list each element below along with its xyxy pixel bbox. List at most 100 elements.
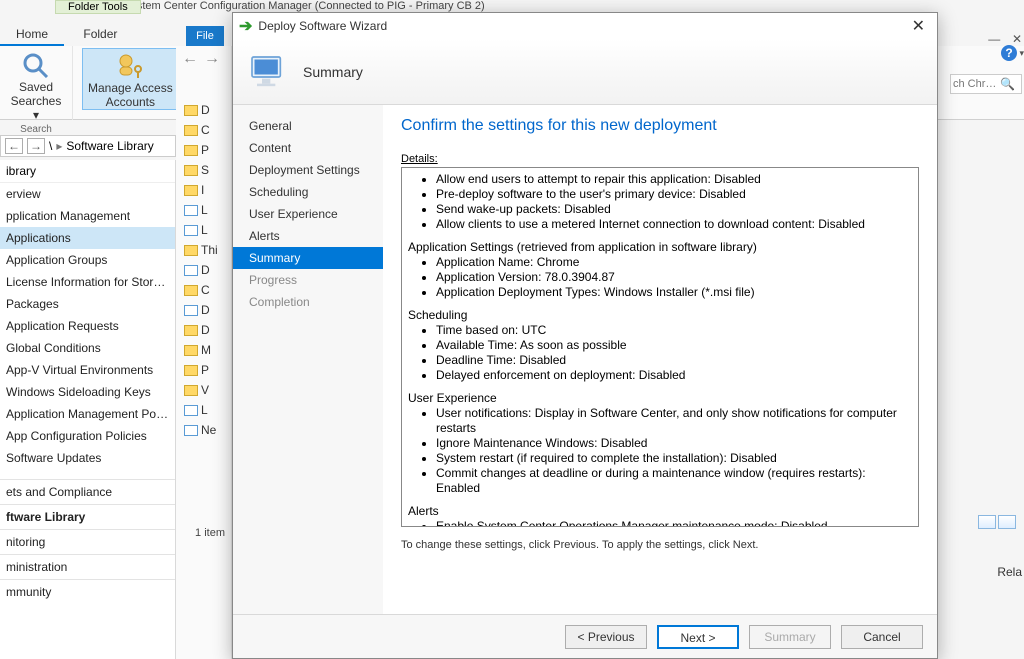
nav-user-experience[interactable]: User Experience <box>233 203 383 225</box>
item-count: 1 item <box>195 527 225 539</box>
help-icon[interactable]: ? <box>1000 44 1018 62</box>
folder-icon <box>184 345 198 356</box>
view-list-icon[interactable] <box>978 515 996 529</box>
detail-line: Ignore Maintenance Windows: Disabled <box>436 436 912 451</box>
detail-line: Enable System Center Operations Manager … <box>436 519 912 527</box>
folder-tools-tab[interactable]: Folder Tools <box>55 0 141 14</box>
folder-icon <box>184 125 198 136</box>
detail-line: Allow end users to attempt to repair thi… <box>436 172 912 187</box>
tree-node[interactable]: P <box>176 140 231 160</box>
nav-software-updates[interactable]: Software Updates <box>0 447 175 469</box>
back-arrow-icon[interactable]: ← <box>182 50 198 68</box>
tree-node[interactable]: L <box>176 220 231 240</box>
computer-icon <box>247 52 287 92</box>
tab-folder[interactable]: Folder <box>67 24 133 46</box>
nav-deployment-settings[interactable]: Deployment Settings <box>233 159 383 181</box>
breadcrumb[interactable]: ← → \ ▸ Software Library <box>0 135 176 157</box>
workspace-assets[interactable]: ets and Compliance <box>0 479 175 504</box>
tree-node[interactable]: L <box>176 200 231 220</box>
tree-node[interactable]: D <box>176 320 231 340</box>
breadcrumb-root: \ <box>49 139 52 153</box>
alerts-header: Alerts <box>408 504 912 519</box>
nav-app-mgmt-policies[interactable]: Application Management Policies <box>0 403 175 425</box>
detail-line: Application Name: Chrome <box>436 255 912 270</box>
wizard-header: Summary <box>233 39 937 105</box>
nav-application-groups[interactable]: Application Groups <box>0 249 175 271</box>
workspace-community[interactable]: mmunity <box>0 579 175 604</box>
folder-icon <box>184 105 198 116</box>
saved-searches-button[interactable]: Saved Searches ▾ <box>6 48 66 122</box>
tree-node[interactable]: S <box>176 160 231 180</box>
search-icon[interactable]: 🔍 <box>997 77 1018 91</box>
nav-overview[interactable]: erview <box>0 183 175 205</box>
detail-line: Send wake-up packets: Disabled <box>436 202 912 217</box>
tab-home[interactable]: Home <box>0 24 64 46</box>
ux-header: User Experience <box>408 391 912 406</box>
tree-node[interactable]: P <box>176 360 231 380</box>
nav-packages[interactable]: Packages <box>0 293 175 315</box>
nav-applications[interactable]: Applications <box>0 227 175 249</box>
tree-node[interactable]: Ne <box>176 420 231 440</box>
workspace-administration[interactable]: ministration <box>0 554 175 579</box>
saved-searches-icon <box>20 50 52 78</box>
tree-node[interactable]: D <box>176 300 231 320</box>
help-chevron-icon[interactable]: ▾ <box>1019 48 1024 59</box>
tree-node[interactable]: M <box>176 340 231 360</box>
wizard-nav: General Content Deployment Settings Sche… <box>233 105 383 614</box>
tree-node[interactable]: D <box>176 100 231 120</box>
deploy-software-wizard: ➔ Deploy Software Wizard ✕ Summary Gener… <box>232 12 938 659</box>
nav-app-requests[interactable]: Application Requests <box>0 315 175 337</box>
minimize-icon[interactable]: — <box>988 32 1000 46</box>
scheduling-header: Scheduling <box>408 308 912 323</box>
workspace-software-library[interactable]: ftware Library <box>0 504 175 529</box>
tree-node[interactable]: C <box>176 280 231 300</box>
wizard-title: Deploy Software Wizard <box>258 19 387 33</box>
breadcrumb-software-library[interactable]: Software Library <box>66 139 153 153</box>
tree-node[interactable]: L <box>176 400 231 420</box>
nav-content[interactable]: Content <box>233 137 383 159</box>
nav-alerts[interactable]: Alerts <box>233 225 383 247</box>
workspace-monitoring[interactable]: nitoring <box>0 529 175 554</box>
tree-node[interactable]: C <box>176 120 231 140</box>
related-label: Rela <box>997 565 1022 579</box>
detail-line: Delayed enforcement on deployment: Disab… <box>436 368 912 383</box>
nav-library[interactable]: ibrary <box>0 160 175 183</box>
nav-appv[interactable]: App-V Virtual Environments <box>0 359 175 381</box>
detail-line: Application Deployment Types: Windows In… <box>436 285 912 300</box>
search-input[interactable] <box>951 78 997 90</box>
cancel-button[interactable]: Cancel <box>841 625 923 649</box>
next-button[interactable]: Next > <box>657 625 739 649</box>
breadcrumb-back-icon[interactable]: ← <box>5 138 23 154</box>
nav-scheduling[interactable]: Scheduling <box>233 181 383 203</box>
previous-button[interactable]: < Previous <box>565 625 647 649</box>
summary-button: Summary <box>749 625 831 649</box>
view-detail-icon[interactable] <box>998 515 1016 529</box>
nav-app-management[interactable]: pplication Management <box>0 205 175 227</box>
ribbon-tabs: Home Folder <box>0 24 133 46</box>
nav-progress: Progress <box>233 269 383 291</box>
tree-node[interactable]: Thi <box>176 240 231 260</box>
tree-node[interactable]: D <box>176 260 231 280</box>
nav-summary[interactable]: Summary <box>233 247 383 269</box>
nav-general[interactable]: General <box>233 115 383 137</box>
tree-node[interactable]: I <box>176 180 231 200</box>
wizard-main: Confirm the settings for this new deploy… <box>383 105 937 614</box>
close-icon[interactable]: ✕ <box>906 16 931 36</box>
breadcrumb-fwd-icon[interactable]: → <box>27 138 45 154</box>
tree-node[interactable]: V <box>176 380 231 400</box>
wizard-titlebar: ➔ Deploy Software Wizard ✕ <box>233 13 937 39</box>
nav-app-config-policies[interactable]: App Configuration Policies <box>0 425 175 447</box>
details-box[interactable]: Allow end users to attempt to repair thi… <box>401 167 919 527</box>
file-tab[interactable]: File <box>186 26 224 46</box>
manage-access-accounts-button[interactable]: Manage Access Accounts <box>82 48 178 110</box>
app-icon <box>184 225 198 236</box>
confirm-heading: Confirm the settings for this new deploy… <box>401 117 919 135</box>
nav-license-info[interactable]: License Information for Store Apps <box>0 271 175 293</box>
app-icon <box>184 205 198 216</box>
nav-sideloading-keys[interactable]: Windows Sideloading Keys <box>0 381 175 403</box>
wizard-footer: < Previous Next > Summary Cancel <box>233 614 937 658</box>
detail-line: Allow clients to use a metered Internet … <box>436 217 912 232</box>
search-box[interactable]: 🔍 <box>950 74 1022 94</box>
forward-arrow-icon[interactable]: → <box>204 50 220 68</box>
nav-global-conditions[interactable]: Global Conditions <box>0 337 175 359</box>
